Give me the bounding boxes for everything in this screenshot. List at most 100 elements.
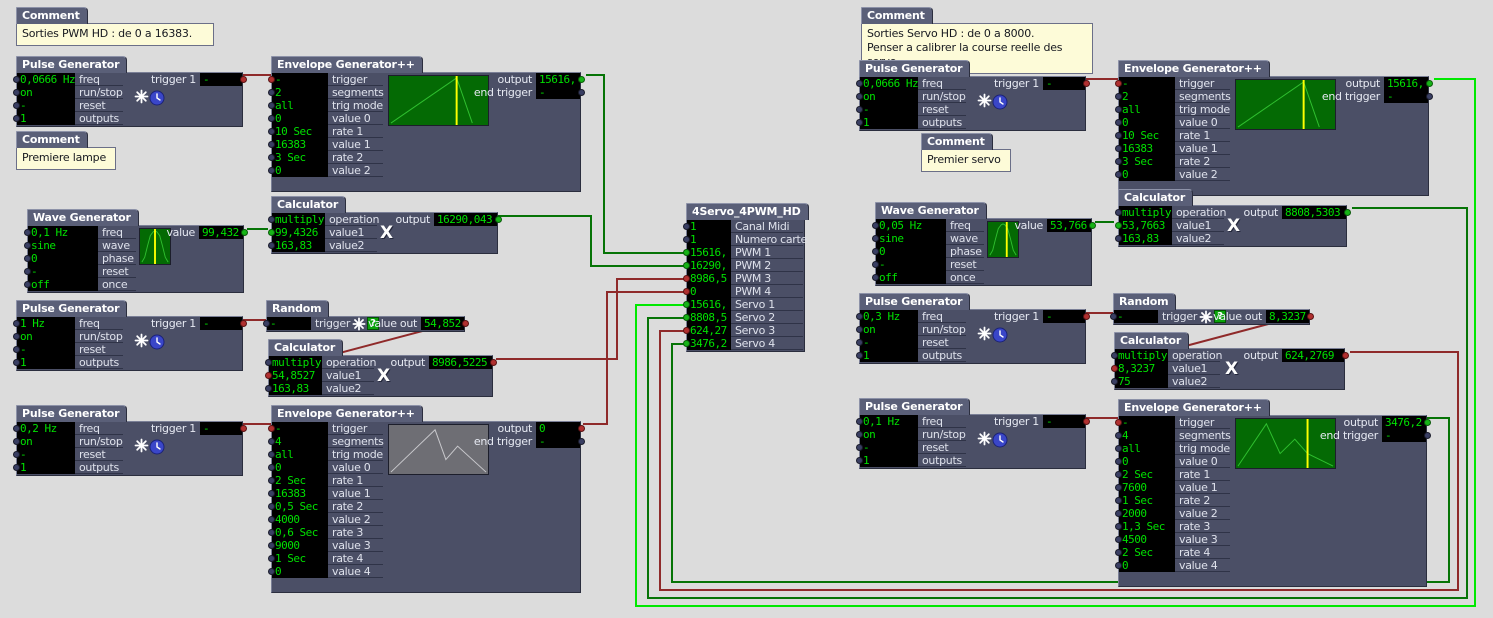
channel-value[interactable]: 8808,5 <box>687 311 731 324</box>
outputs-value[interactable]: 1 <box>860 349 918 362</box>
node-calculator-1[interactable]: Calculator multiply operation 99,4326 va… <box>271 193 498 254</box>
value1-value[interactable]: 7600 <box>1119 481 1175 494</box>
comment-premier-servo[interactable]: Comment Premier servo <box>921 130 1011 172</box>
reset-value[interactable]: - <box>17 343 75 356</box>
output-port[interactable] <box>1083 313 1090 320</box>
input-port[interactable] <box>856 93 863 100</box>
input-port[interactable] <box>268 529 275 536</box>
output-port[interactable] <box>241 229 248 236</box>
output-port[interactable] <box>1426 93 1433 100</box>
clock-icon[interactable] <box>992 94 1008 110</box>
channel-value[interactable]: 3476,2 <box>687 337 731 350</box>
input-port[interactable] <box>683 249 690 256</box>
param-row-wave[interactable]: sine wave <box>28 239 243 252</box>
param-row-outputs[interactable]: 1 outputs <box>17 461 242 474</box>
rate3-value[interactable]: 0,6 Sec <box>272 526 328 539</box>
segments-value[interactable]: 4 <box>1119 429 1175 442</box>
input-port[interactable] <box>1115 235 1122 242</box>
input-port[interactable] <box>13 359 20 366</box>
rate1-value[interactable]: 10 Sec <box>272 125 328 138</box>
input-port[interactable] <box>683 288 690 295</box>
end-trigger-value[interactable]: - <box>1384 90 1428 103</box>
trigmode-value[interactable]: all <box>1119 442 1175 455</box>
clock-icon[interactable] <box>149 334 165 350</box>
param-row-rate1[interactable]: 2 Sec rate 1 <box>272 474 580 487</box>
value1-value[interactable]: 16383 <box>272 138 328 151</box>
param-row-reset[interactable]: - reset <box>17 343 242 356</box>
value1-value[interactable]: 99,4326 <box>272 226 325 239</box>
value-out-row[interactable]: value 53,766 <box>1014 219 1091 232</box>
wave-value[interactable]: sine <box>876 232 946 245</box>
end-trigger-row[interactable]: end trigger - <box>474 435 580 448</box>
input-port[interactable] <box>872 261 879 268</box>
rate2-value[interactable]: 3 Sec <box>1119 155 1175 168</box>
value3-value[interactable]: 4500 <box>1119 533 1175 546</box>
channel-value[interactable]: 8986,5 <box>687 272 731 285</box>
channel-value[interactable]: 624,27 <box>687 324 731 337</box>
value0-value[interactable]: 0 <box>272 112 328 125</box>
operation-value[interactable]: multiply <box>1119 206 1172 219</box>
value0-value[interactable]: 0 <box>272 461 328 474</box>
trigger-out-row[interactable]: trigger 1 - <box>151 422 242 435</box>
input-port[interactable] <box>268 490 275 497</box>
rate2-value[interactable]: 0,5 Sec <box>272 500 328 513</box>
output-port[interactable] <box>240 76 247 83</box>
param-row-rate2[interactable]: 1 Sec rate 2 <box>1119 494 1426 507</box>
input-port[interactable] <box>268 568 275 575</box>
input-port[interactable] <box>856 119 863 126</box>
input-port[interactable] <box>268 516 275 523</box>
param-row-wave[interactable]: sine wave <box>876 232 1091 245</box>
runstop-value[interactable]: on <box>17 435 75 448</box>
node-pulse-generator-4[interactable]: Pulse Generator 0,0666 Hz freq on run/st… <box>859 57 1086 131</box>
trigger-value[interactable]: - <box>1119 77 1175 90</box>
param-row-rate2[interactable]: 3 Sec rate 2 <box>1119 155 1428 168</box>
end-trigger-row[interactable]: end trigger - <box>1320 429 1426 442</box>
operation-value[interactable]: multiply <box>272 213 325 226</box>
value4-value[interactable]: 0 <box>1119 559 1175 572</box>
input-port[interactable] <box>268 89 275 96</box>
output-port[interactable] <box>578 76 585 83</box>
param-row-value1[interactable]: 16383 value 1 <box>1119 142 1428 155</box>
node-pulse-generator-6[interactable]: Pulse Generator 0,1 Hz freq on run/stop … <box>859 395 1086 469</box>
freq-value[interactable]: 0,3 Hz <box>860 310 918 323</box>
value3-value[interactable]: 9000 <box>272 539 328 552</box>
clock-icon[interactable] <box>992 432 1008 448</box>
param-row-channel[interactable]: 15616, Servo 1 <box>687 298 804 311</box>
param-row-value2[interactable]: 4000 value 2 <box>272 513 580 526</box>
output-port[interactable] <box>462 320 469 327</box>
input-port[interactable] <box>268 464 275 471</box>
param-row-runstop[interactable]: on run/stop <box>860 90 1085 103</box>
param-row-value1[interactable]: 16383 value 1 <box>272 487 580 500</box>
node-4servo-4pwm-hd[interactable]: 4Servo_4PWM_HD 1 Canal Midi 1 Numero car… <box>686 200 809 352</box>
input-port[interactable] <box>13 320 20 327</box>
param-row-reset[interactable]: - reset <box>28 265 243 278</box>
freq-value[interactable]: 0,2 Hz <box>17 422 75 435</box>
end-trigger-row[interactable]: end trigger - <box>1322 90 1428 103</box>
input-port[interactable] <box>1115 458 1122 465</box>
segments-value[interactable]: 4 <box>272 435 328 448</box>
output-port[interactable] <box>578 89 585 96</box>
envelope-graph[interactable] <box>388 424 489 475</box>
param-row-value1[interactable]: 16383 value 1 <box>272 138 580 151</box>
input-port[interactable] <box>1111 378 1118 385</box>
input-port[interactable] <box>268 102 275 109</box>
wave-value[interactable]: sine <box>28 239 98 252</box>
input-port[interactable] <box>856 326 863 333</box>
param-row-outputs[interactable]: 1 outputs <box>17 356 242 369</box>
param-row-outputs[interactable]: 1 outputs <box>860 349 1085 362</box>
input-port[interactable] <box>856 444 863 451</box>
input-port[interactable] <box>24 268 31 275</box>
value-out-value[interactable]: 99,432 <box>199 226 243 239</box>
value1-value[interactable]: 8,3237 <box>1115 362 1168 375</box>
trigger-value[interactable]: - <box>1119 416 1175 429</box>
param-row-runstop[interactable]: on run/stop <box>860 428 1085 441</box>
trigger-value[interactable]: - <box>1114 310 1158 323</box>
segments-value[interactable]: 2 <box>272 86 328 99</box>
param-row-value2[interactable]: 0 value 2 <box>1119 168 1428 181</box>
value1-value[interactable]: 54,8527 <box>269 369 322 382</box>
input-port[interactable] <box>872 248 879 255</box>
output-value[interactable]: 8808,5303 <box>1282 206 1346 219</box>
param-row-channel[interactable]: 624,27 Servo 3 <box>687 324 804 337</box>
param-row-runstop[interactable]: on run/stop <box>17 86 242 99</box>
channel-value[interactable]: 16290, <box>687 259 731 272</box>
